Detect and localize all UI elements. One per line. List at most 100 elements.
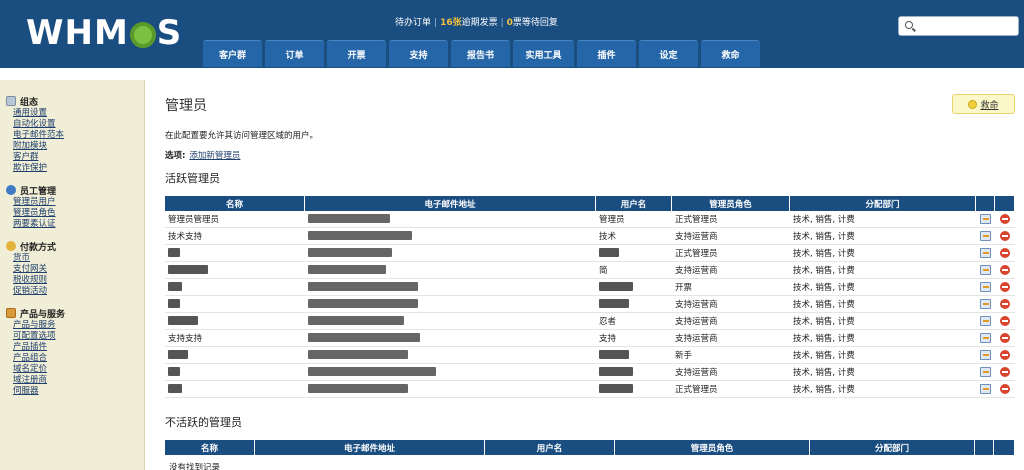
cell-edit[interactable]: [976, 211, 995, 228]
col-header-email[interactable]: 电子邮件地址: [305, 196, 596, 211]
sidebar-item-email-templates[interactable]: 电子邮件范本: [13, 130, 144, 141]
edit-icon[interactable]: [980, 264, 991, 275]
cell-edit[interactable]: [976, 347, 995, 364]
sidebar-item-servers[interactable]: 伺服器: [13, 386, 144, 397]
cell-email[interactable]: [305, 245, 596, 262]
cell-delete[interactable]: [995, 245, 1015, 262]
edit-icon[interactable]: [980, 247, 991, 258]
add-new-admin-link[interactable]: 添加新管理员: [189, 151, 240, 161]
nav-tab-reports[interactable]: 报告书: [451, 40, 510, 67]
delete-icon[interactable]: [1000, 349, 1010, 360]
sidebar-item-addon-modules[interactable]: 附加模块: [13, 141, 144, 152]
sidebar-item-automation[interactable]: 自动化设置: [13, 119, 144, 130]
edit-icon[interactable]: [980, 281, 991, 292]
delete-icon[interactable]: [1000, 315, 1010, 326]
table-row[interactable]: 支持运营商 技术, 销售, 计费: [165, 296, 1015, 313]
edit-icon[interactable]: [980, 213, 991, 224]
cell-delete[interactable]: [995, 279, 1015, 296]
cell-delete[interactable]: [995, 347, 1015, 364]
cell-edit[interactable]: [976, 279, 995, 296]
table-row[interactable]: 正式管理员 技术, 销售, 计费: [165, 245, 1015, 262]
table-row[interactable]: 开票 技术, 销售, 计费: [165, 279, 1015, 296]
nav-tab-setup[interactable]: 设定: [639, 40, 698, 67]
delete-icon[interactable]: [1000, 264, 1010, 275]
cell-edit[interactable]: [976, 262, 995, 279]
cell-delete[interactable]: [995, 313, 1015, 330]
delete-icon[interactable]: [1000, 247, 1010, 258]
table-row[interactable]: 忍者 支持运营商 技术, 销售, 计费: [165, 313, 1015, 330]
cell-email[interactable]: [305, 347, 596, 364]
sidebar-item-configurable-options[interactable]: 可配置选项: [13, 331, 144, 342]
cell-name[interactable]: [165, 313, 305, 330]
cell-name[interactable]: [165, 347, 305, 364]
edit-icon[interactable]: [980, 230, 991, 241]
nav-tab-utilities[interactable]: 实用工具: [513, 40, 574, 67]
edit-icon[interactable]: [980, 332, 991, 343]
nav-tab-orders[interactable]: 订单: [265, 40, 324, 67]
whmcs-logo[interactable]: WHM S: [26, 12, 182, 54]
table-row[interactable]: 支持支持 支持 支持运营商 技术, 销售, 计费: [165, 330, 1015, 347]
sidebar-item-product-addons[interactable]: 产品插件: [13, 342, 144, 353]
pending-orders-link[interactable]: 待办订单: [395, 18, 431, 28]
cell-name[interactable]: [165, 262, 305, 279]
col-header-name[interactable]: 名称: [165, 440, 255, 455]
col-header-role[interactable]: 管理员角色: [615, 440, 810, 455]
help-button[interactable]: 救命: [952, 94, 1015, 114]
cell-delete[interactable]: [995, 211, 1015, 228]
cell-name[interactable]: [165, 296, 305, 313]
delete-icon[interactable]: [1000, 281, 1010, 292]
cell-edit[interactable]: [976, 381, 995, 398]
sidebar-item-two-factor[interactable]: 两要素认证: [13, 219, 144, 230]
ticket-label[interactable]: 票等待回复: [513, 18, 558, 28]
edit-icon[interactable]: [980, 366, 991, 377]
sidebar-item-tax-rules[interactable]: 税收规则: [13, 275, 144, 286]
cell-name[interactable]: 管理员管理员: [165, 211, 305, 228]
sidebar-item-admin-roles[interactable]: 管理员角色: [13, 208, 144, 219]
table-row[interactable]: 新手 技术, 销售, 计费: [165, 347, 1015, 364]
cell-email[interactable]: [305, 279, 596, 296]
cell-delete[interactable]: [995, 228, 1015, 245]
sidebar-item-domain-pricing[interactable]: 域名定价: [13, 364, 144, 375]
cell-edit[interactable]: [976, 364, 995, 381]
cell-delete[interactable]: [995, 364, 1015, 381]
col-header-role[interactable]: 管理员角色: [672, 196, 790, 211]
cell-delete[interactable]: [995, 330, 1015, 347]
delete-icon[interactable]: [1000, 366, 1010, 377]
cell-email[interactable]: [305, 364, 596, 381]
sidebar-item-fraud-protection[interactable]: 欺诈保护: [13, 163, 144, 174]
table-row[interactable]: 支持运营商 技术, 销售, 计费: [165, 364, 1015, 381]
delete-icon[interactable]: [1000, 213, 1010, 224]
search-box[interactable]: [898, 16, 1019, 36]
edit-icon[interactable]: [980, 383, 991, 394]
cell-name[interactable]: [165, 279, 305, 296]
cell-email[interactable]: [305, 330, 596, 347]
sidebar-item-general-settings[interactable]: 通用设置: [13, 108, 144, 119]
col-header-username[interactable]: 用户名: [596, 196, 672, 211]
nav-tab-billing[interactable]: 开票: [327, 40, 386, 67]
cell-email[interactable]: [305, 262, 596, 279]
delete-icon[interactable]: [1000, 298, 1010, 309]
sidebar-item-product-bundles[interactable]: 产品组合: [13, 353, 144, 364]
sidebar-item-gateways[interactable]: 支付网关: [13, 264, 144, 275]
sidebar-item-currencies[interactable]: 货币: [13, 253, 144, 264]
delete-icon[interactable]: [1000, 230, 1010, 241]
sidebar-item-promotions[interactable]: 促销活动: [13, 286, 144, 297]
cell-edit[interactable]: [976, 330, 995, 347]
cell-email[interactable]: [305, 313, 596, 330]
cell-edit[interactable]: [976, 313, 995, 330]
edit-icon[interactable]: [980, 349, 991, 360]
sidebar-item-admin-users[interactable]: 管理员用户: [13, 197, 144, 208]
overdue-count[interactable]: 16张: [440, 18, 462, 28]
cell-email[interactable]: [305, 211, 596, 228]
sidebar-item-products-services[interactable]: 产品与服务: [13, 320, 144, 331]
cell-delete[interactable]: [995, 262, 1015, 279]
table-row[interactable]: 管理员管理员 管理员 正式管理员 技术, 销售, 计费: [165, 211, 1015, 228]
overdue-label[interactable]: 逾期发票: [462, 18, 498, 28]
nav-tab-help[interactable]: 救命: [701, 40, 760, 67]
edit-icon[interactable]: [980, 315, 991, 326]
nav-tab-clients[interactable]: 客户群: [203, 40, 262, 67]
col-header-departments[interactable]: 分配部门: [790, 196, 976, 211]
table-row[interactable]: 技术支持 技术 支持运营商 技术, 销售, 计费: [165, 228, 1015, 245]
delete-icon[interactable]: [1000, 383, 1010, 394]
cell-edit[interactable]: [976, 228, 995, 245]
